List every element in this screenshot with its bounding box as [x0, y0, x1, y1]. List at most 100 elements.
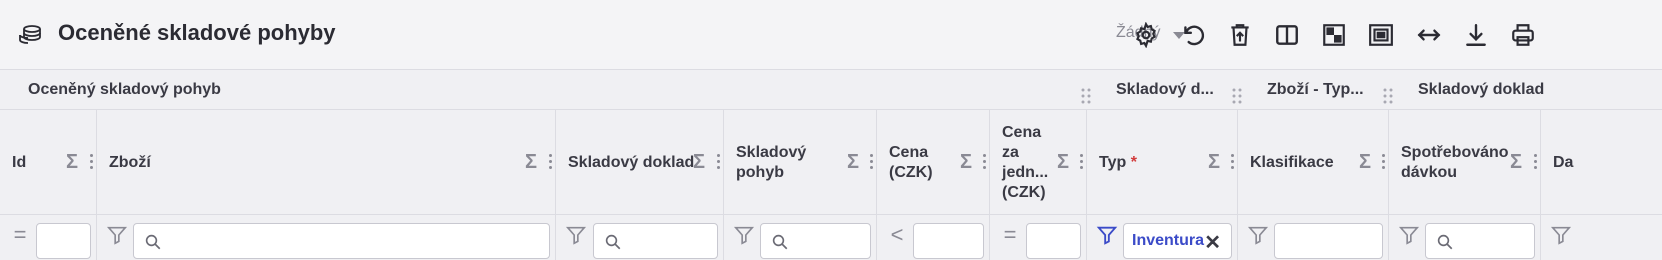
filter-icon[interactable] — [1549, 223, 1573, 247]
column-header[interactable]: Skladový doklad Σ — [556, 110, 724, 215]
filter-cell: Inventura ✕ — [1087, 215, 1238, 260]
filter-icon[interactable] — [1246, 223, 1270, 247]
equals-icon[interactable]: = — [8, 222, 32, 247]
search-icon — [1437, 234, 1453, 250]
equals-icon[interactable]: = — [998, 222, 1022, 247]
fit-button[interactable] — [1366, 20, 1396, 50]
arrows-horizontal-icon — [1417, 29, 1441, 41]
filter-cell — [1389, 215, 1541, 260]
sigma-icon[interactable]: Σ — [66, 152, 78, 172]
filter-input[interactable] — [913, 223, 984, 259]
filter-cell: = — [990, 215, 1087, 260]
print-button[interactable] — [1508, 20, 1538, 50]
filter-cell: = — [0, 215, 97, 260]
filter-input[interactable] — [133, 223, 550, 259]
filter-input[interactable] — [1026, 223, 1081, 259]
sigma-icon[interactable]: Σ — [960, 152, 972, 172]
settings-button[interactable] — [1131, 20, 1161, 50]
close-icon[interactable]: ✕ — [1204, 230, 1221, 255]
fit-icon — [1369, 24, 1393, 46]
column-header[interactable]: Klasifikace Σ — [1238, 110, 1389, 215]
autosize-button[interactable] — [1414, 20, 1444, 50]
filter-icon[interactable] — [732, 223, 756, 247]
sigma-icon[interactable]: Σ — [847, 152, 859, 172]
kebab-menu-icon[interactable] — [1382, 152, 1386, 172]
filter-icon[interactable] — [564, 223, 588, 247]
density-button[interactable] — [1319, 20, 1349, 50]
search-icon — [772, 234, 788, 250]
page-title: Oceněné skladové pohyby — [58, 20, 336, 45]
column-label: Cena (CZK) — [889, 143, 933, 181]
kebab-menu-icon[interactable] — [1534, 152, 1538, 172]
filter-input[interactable] — [36, 223, 91, 259]
filter-chip-label: Inventura — [1132, 232, 1205, 249]
delete-icon — [1231, 24, 1249, 46]
column-header[interactable]: Da — [1541, 110, 1662, 215]
kebab-menu-icon[interactable] — [549, 152, 553, 172]
kebab-menu-icon[interactable] — [983, 152, 987, 172]
sigma-icon[interactable]: Σ — [693, 152, 705, 172]
filter-cell — [1238, 215, 1389, 260]
column-header[interactable]: Skladový pohyb Σ — [724, 110, 877, 215]
filter-input[interactable] — [593, 223, 718, 259]
drag-handle-icon[interactable] — [1081, 88, 1091, 104]
column-header[interactable]: Cena za jedn... (CZK) Σ — [990, 110, 1087, 215]
kebab-menu-icon[interactable] — [870, 152, 874, 172]
print-icon — [1512, 24, 1534, 46]
filter-icon[interactable] — [105, 223, 129, 247]
column-label: Id — [12, 153, 27, 171]
column-header-row: Id Σ Zboží Σ Skladový doklad Σ Skladový … — [0, 110, 1662, 215]
required-marker: * — [1130, 153, 1137, 171]
download-button[interactable] — [1461, 20, 1491, 50]
column-group-row: Oceněný skladový pohyb Skladový d... Zbo… — [0, 70, 1662, 110]
checker-icon — [1323, 24, 1345, 46]
download-icon — [1466, 24, 1486, 46]
sigma-icon[interactable]: Σ — [1510, 152, 1522, 172]
title-bar: Oceněné skladové pohyby Žádný — [0, 0, 1662, 70]
column-label: Cena za jedn... (CZK) — [1002, 123, 1049, 201]
reset-button[interactable] — [1178, 20, 1208, 50]
column-header[interactable]: Typ * Σ — [1087, 110, 1238, 215]
search-icon — [605, 234, 621, 250]
filter-input[interactable] — [760, 223, 871, 259]
filter-icon[interactable] — [1397, 223, 1421, 247]
kebab-menu-icon[interactable] — [90, 152, 94, 172]
drag-handle-icon[interactable] — [1232, 88, 1242, 104]
column-header[interactable]: Id Σ — [0, 110, 97, 215]
column-label: Zboží — [109, 153, 151, 171]
group-header: Skladový doklad — [1418, 81, 1545, 98]
less-than-icon[interactable]: < — [885, 222, 909, 247]
group-header: Oceněný skladový pohyb — [28, 81, 221, 98]
column-label: Skladový doklad — [568, 153, 695, 171]
column-header[interactable]: Spotřebováno dávkou Σ — [1389, 110, 1541, 215]
column-label: Skladový pohyb — [736, 143, 807, 181]
column-label-text: Typ — [1099, 153, 1127, 171]
sigma-icon[interactable]: Σ — [1057, 152, 1069, 172]
filter-cell — [97, 215, 556, 260]
columns-button[interactable] — [1272, 20, 1302, 50]
column-header[interactable]: Cena (CZK) Σ — [877, 110, 990, 215]
column-header[interactable]: Zboží Σ — [97, 110, 556, 215]
sigma-icon[interactable]: Σ — [1208, 152, 1220, 172]
group-header: Zboží - Typ... — [1267, 81, 1364, 98]
drag-handle-icon[interactable] — [1383, 88, 1393, 104]
filter-active-icon[interactable] — [1095, 223, 1119, 247]
search-icon — [145, 234, 161, 250]
column-label: Klasifikace — [1250, 153, 1334, 171]
filter-cell — [1541, 215, 1662, 260]
filter-input[interactable] — [1425, 223, 1535, 259]
column-label: Da — [1553, 153, 1574, 171]
kebab-menu-icon[interactable] — [717, 152, 721, 172]
column-label: Spotřebováno dávkou — [1401, 143, 1509, 181]
kebab-menu-icon[interactable] — [1231, 152, 1235, 172]
sigma-icon[interactable]: Σ — [525, 152, 537, 172]
database-icon — [19, 25, 41, 44]
filter-chip[interactable]: Inventura ✕ — [1123, 223, 1232, 259]
kebab-menu-icon[interactable] — [1080, 152, 1084, 172]
gear-icon — [1136, 22, 1156, 48]
filter-cell — [724, 215, 877, 260]
delete-button[interactable] — [1225, 20, 1255, 50]
sigma-icon[interactable]: Σ — [1359, 152, 1371, 172]
filter-row: = < = Inventura ✕ — [0, 215, 1662, 260]
filter-input[interactable] — [1274, 223, 1383, 259]
